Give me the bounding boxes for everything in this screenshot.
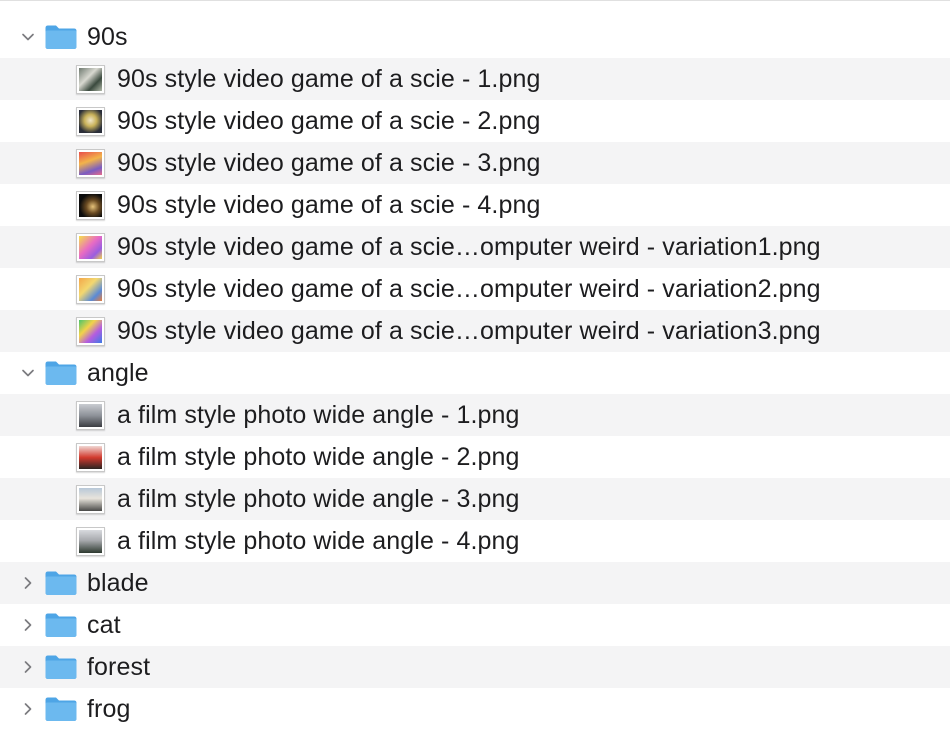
- folder-name: 90s: [87, 23, 128, 51]
- chevron-right-icon[interactable]: [18, 573, 38, 593]
- file-row[interactable]: 90s style video game of a scie…omputer w…: [0, 268, 950, 310]
- file-row[interactable]: a film style photo wide angle - 1.png: [0, 394, 950, 436]
- file-name: a film style photo wide angle - 3.png: [117, 485, 520, 513]
- image-thumbnail-icon: [76, 191, 105, 220]
- image-thumbnail-icon: [76, 317, 105, 346]
- folder-icon: [44, 696, 78, 722]
- file-list: 90s 90s style video game of a scie - 1.p…: [0, 0, 950, 732]
- image-thumbnail-icon: [76, 443, 105, 472]
- folder-icon: [44, 360, 78, 386]
- chevron-right-icon[interactable]: [18, 657, 38, 677]
- image-thumbnail-icon: [76, 107, 105, 136]
- file-name: 90s style video game of a scie - 1.png: [117, 65, 541, 93]
- file-name: 90s style video game of a scie - 2.png: [117, 107, 541, 135]
- folder-row-90s[interactable]: 90s: [0, 16, 950, 58]
- file-name: 90s style video game of a scie - 4.png: [117, 191, 541, 219]
- folder-name: cat: [87, 611, 121, 639]
- file-name: 90s style video game of a scie…omputer w…: [117, 275, 821, 303]
- file-name: 90s style video game of a scie…omputer w…: [117, 233, 821, 261]
- image-thumbnail-icon: [76, 65, 105, 94]
- chevron-down-icon[interactable]: [18, 363, 38, 383]
- folder-name: forest: [87, 653, 151, 681]
- chevron-right-icon[interactable]: [18, 615, 38, 635]
- file-name: 90s style video game of a scie…omputer w…: [117, 317, 821, 345]
- file-name: a film style photo wide angle - 4.png: [117, 527, 520, 555]
- file-row[interactable]: a film style photo wide angle - 2.png: [0, 436, 950, 478]
- chevron-right-icon[interactable]: [18, 699, 38, 719]
- folder-icon: [44, 612, 78, 638]
- image-thumbnail-icon: [76, 485, 105, 514]
- folder-name: frog: [87, 695, 131, 723]
- file-row[interactable]: 90s style video game of a scie - 4.png: [0, 184, 950, 226]
- folder-row-angle[interactable]: angle: [0, 352, 950, 394]
- image-thumbnail-icon: [76, 401, 105, 430]
- file-row[interactable]: 90s style video game of a scie - 1.png: [0, 58, 950, 100]
- folder-row-blade[interactable]: blade: [0, 562, 950, 604]
- image-thumbnail-icon: [76, 149, 105, 178]
- chevron-down-icon[interactable]: [18, 27, 38, 47]
- file-name: a film style photo wide angle - 2.png: [117, 443, 520, 471]
- file-row[interactable]: a film style photo wide angle - 3.png: [0, 478, 950, 520]
- file-row[interactable]: 90s style video game of a scie - 2.png: [0, 100, 950, 142]
- file-row[interactable]: 90s style video game of a scie - 3.png: [0, 142, 950, 184]
- folder-row-cat[interactable]: cat: [0, 604, 950, 646]
- folder-row-frog[interactable]: frog: [0, 688, 950, 730]
- folder-icon: [44, 570, 78, 596]
- file-name: 90s style video game of a scie - 3.png: [117, 149, 541, 177]
- image-thumbnail-icon: [76, 233, 105, 262]
- file-name: a film style photo wide angle - 1.png: [117, 401, 520, 429]
- folder-row-forest[interactable]: forest: [0, 646, 950, 688]
- folder-name: blade: [87, 569, 149, 597]
- folder-icon: [44, 654, 78, 680]
- folder-name: angle: [87, 359, 149, 387]
- folder-icon: [44, 24, 78, 50]
- file-row[interactable]: 90s style video game of a scie…omputer w…: [0, 310, 950, 352]
- file-row[interactable]: a film style photo wide angle - 4.png: [0, 520, 950, 562]
- image-thumbnail-icon: [76, 275, 105, 304]
- image-thumbnail-icon: [76, 527, 105, 556]
- file-row[interactable]: 90s style video game of a scie…omputer w…: [0, 226, 950, 268]
